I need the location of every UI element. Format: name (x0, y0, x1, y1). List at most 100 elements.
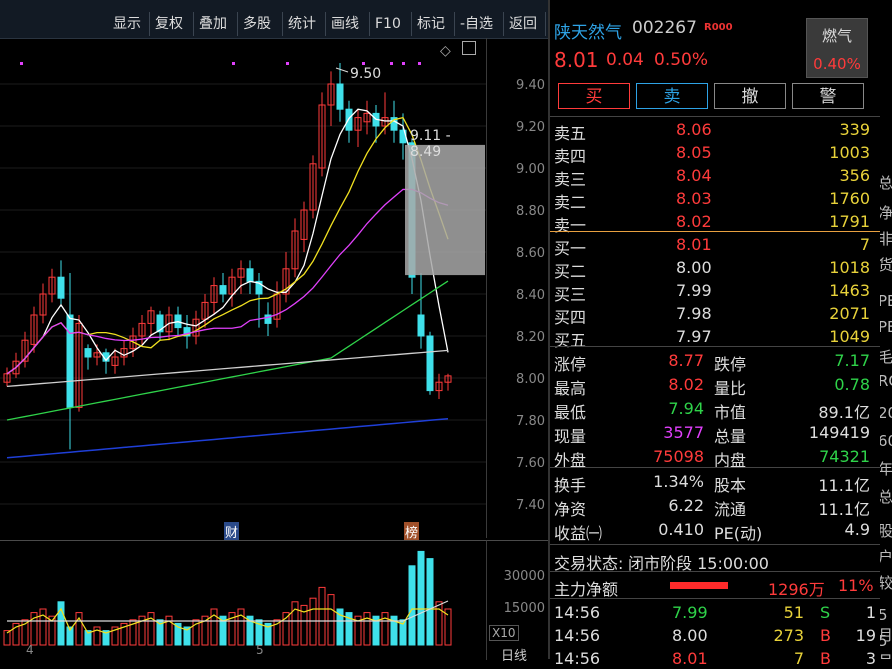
book-volume: 339 (839, 120, 870, 139)
fundamental-label: 收益㈠ (554, 524, 603, 543)
vol-tick-15000: 15000 (503, 601, 545, 616)
order-book-row[interactable]: 买二 8.00 1018 (550, 256, 880, 281)
side-panel-edge: 总净非货PEPE毛RO2060年总股户较5月5月 (880, 0, 892, 659)
stat-row: 最高 8.02 量比 0.78 (550, 373, 880, 398)
stat-value: 7.94 (668, 399, 704, 418)
book-volume: 1018 (829, 258, 870, 277)
volume-chart[interactable]: 4 5 (0, 540, 486, 660)
diamond-icon[interactable]: ◇ (440, 43, 451, 59)
price-tick: 9.40 (516, 78, 545, 93)
price-tick: 9.20 (516, 120, 545, 135)
book-volume: 1003 (829, 143, 870, 162)
fundamental-label: 股本 (714, 476, 747, 495)
main-capital-pct: 11% (838, 576, 874, 595)
fundamental-label: 换手 (554, 476, 587, 495)
price-tick: 8.60 (516, 246, 545, 261)
book-volume: 1791 (829, 212, 870, 231)
stat-value: 8.02 (668, 375, 704, 394)
tick-row: 14:56 8.01 7 B 3 (550, 647, 880, 669)
book-volume: 356 (839, 166, 870, 185)
tick-volume: 51 (783, 603, 804, 622)
range-label: 9.11 - 8.49 (410, 128, 451, 160)
book-price: 8.02 (676, 212, 712, 231)
order-book-row[interactable]: 卖五 8.06 339 (550, 118, 880, 143)
ranking-marker[interactable]: 榜 (404, 522, 420, 541)
order-book-row[interactable]: 卖一 8.02 1791 (550, 210, 880, 235)
sell-button[interactable]: 卖 (636, 83, 708, 109)
stock-name[interactable]: 陕天然气 (554, 18, 622, 43)
book-price: 8.04 (676, 166, 712, 185)
price-tick: 7.60 (516, 456, 545, 471)
edge-label: PE (880, 292, 892, 310)
edge-label: 非 (880, 230, 892, 248)
order-book-row[interactable]: 买四 7.98 2071 (550, 302, 880, 327)
toolbar-button-5[interactable]: 画线 (326, 12, 370, 36)
edge-label: 净 (880, 204, 892, 222)
period-label[interactable]: 日线 (501, 645, 527, 664)
stat-value: 0.78 (834, 375, 870, 394)
stat-label: 最高 (554, 379, 587, 398)
capital-bar (670, 582, 728, 589)
price-change-pct: 0.50% (654, 50, 709, 70)
tick-row: 14:56 8.00 273 B 19 (550, 624, 880, 646)
fundamental-value: 4.9 (844, 520, 870, 539)
tick-price: 8.00 (672, 626, 708, 645)
toolbar-button-7[interactable]: 标记 (412, 12, 455, 36)
price-axis: 9.40 9.20 9.00 8.80 8.60 8.40 8.20 8.00 7.80 7.60… (486, 38, 549, 538)
quote-panel: 陕天然气 002267 R000 8.01 0.04 0.50% 燃气 0.40… (548, 0, 882, 668)
kline-svg (0, 62, 486, 505)
book-label: 买五 (554, 331, 587, 350)
fundamental-row: 净资 6.22 流通 11.1亿 (550, 494, 880, 519)
edge-label: 货 (880, 256, 892, 274)
order-book-row[interactable]: 买五 7.97 1049 (550, 325, 880, 350)
price-tick: 7.80 (516, 414, 545, 429)
order-book-row[interactable]: 卖二 8.03 1760 (550, 187, 880, 212)
cancel-order-button[interactable]: 撤 (714, 83, 786, 109)
stat-label: 涨停 (554, 355, 587, 374)
stat-label: 市值 (714, 403, 747, 422)
toolbar-button-2[interactable]: 叠加 (194, 12, 238, 36)
kline-chart[interactable]: ◇ 9.50 9.11 - 8.49 财 榜 (0, 38, 486, 541)
toolbar-button-0[interactable]: 显示 (108, 12, 150, 36)
stat-row: 涨停 8.77 跌停 7.17 (550, 349, 880, 374)
toolbar-button-9[interactable]: 返回 (504, 12, 546, 36)
edge-label: 60 (880, 432, 892, 450)
sector-name: 燃气 (821, 27, 852, 45)
order-book-row[interactable]: 买一 8.01 7 (550, 233, 880, 258)
buy-button[interactable]: 买 (558, 83, 630, 109)
book-price: 7.98 (676, 304, 712, 323)
edge-label: 股 (880, 522, 892, 540)
edge-label: 5月 (880, 632, 892, 659)
fundamental-row: 收益㈠ 0.410 PE(动) 4.9 (550, 518, 880, 543)
sector-box[interactable]: 燃气 0.40% (806, 18, 868, 78)
fundamental-label: 净资 (554, 500, 587, 519)
fundamental-value: 11.1亿 (818, 500, 870, 519)
toolbar-button-1[interactable]: 复权 (150, 12, 194, 36)
book-price: 8.05 (676, 143, 712, 162)
alert-button[interactable]: 警 (792, 83, 864, 109)
tick-count: 19 (855, 626, 876, 645)
main-capital-row[interactable]: 主力净额 1296万 11% (550, 574, 880, 599)
edge-label: RO (880, 372, 892, 390)
volume-axis: 30000 15000 X10 日线 (486, 540, 549, 664)
order-book-row[interactable]: 卖三 8.04 356 (550, 164, 880, 189)
order-book-row[interactable]: 买三 7.99 1463 (550, 279, 880, 304)
order-book-row[interactable]: 卖四 8.05 1003 (550, 141, 880, 166)
panel-toggle-icon[interactable] (462, 41, 476, 55)
book-price: 7.99 (676, 281, 712, 300)
toolbar-button-6[interactable]: F10 (370, 12, 412, 36)
financial-marker[interactable]: 财 (224, 522, 240, 541)
toolbar-button-4[interactable]: 统计 (283, 12, 326, 36)
stat-value: 75098 (653, 447, 704, 466)
main-capital-label: 主力净额 (554, 580, 619, 599)
tick-side: S (820, 603, 831, 622)
toolbar-button-8[interactable]: -自选 (455, 12, 504, 36)
stat-row: 外盘 75098 内盘 74321 (550, 445, 880, 470)
book-volume: 2071 (829, 304, 870, 323)
stat-value: 149419 (808, 423, 870, 442)
tick-time: 14:56 (554, 626, 601, 645)
toolbar-button-3[interactable]: 多股 (238, 12, 283, 36)
vol-unit-label: X10 (489, 625, 519, 641)
edge-label: 户 (880, 548, 892, 566)
main-capital-value: 1296万 (768, 580, 825, 599)
